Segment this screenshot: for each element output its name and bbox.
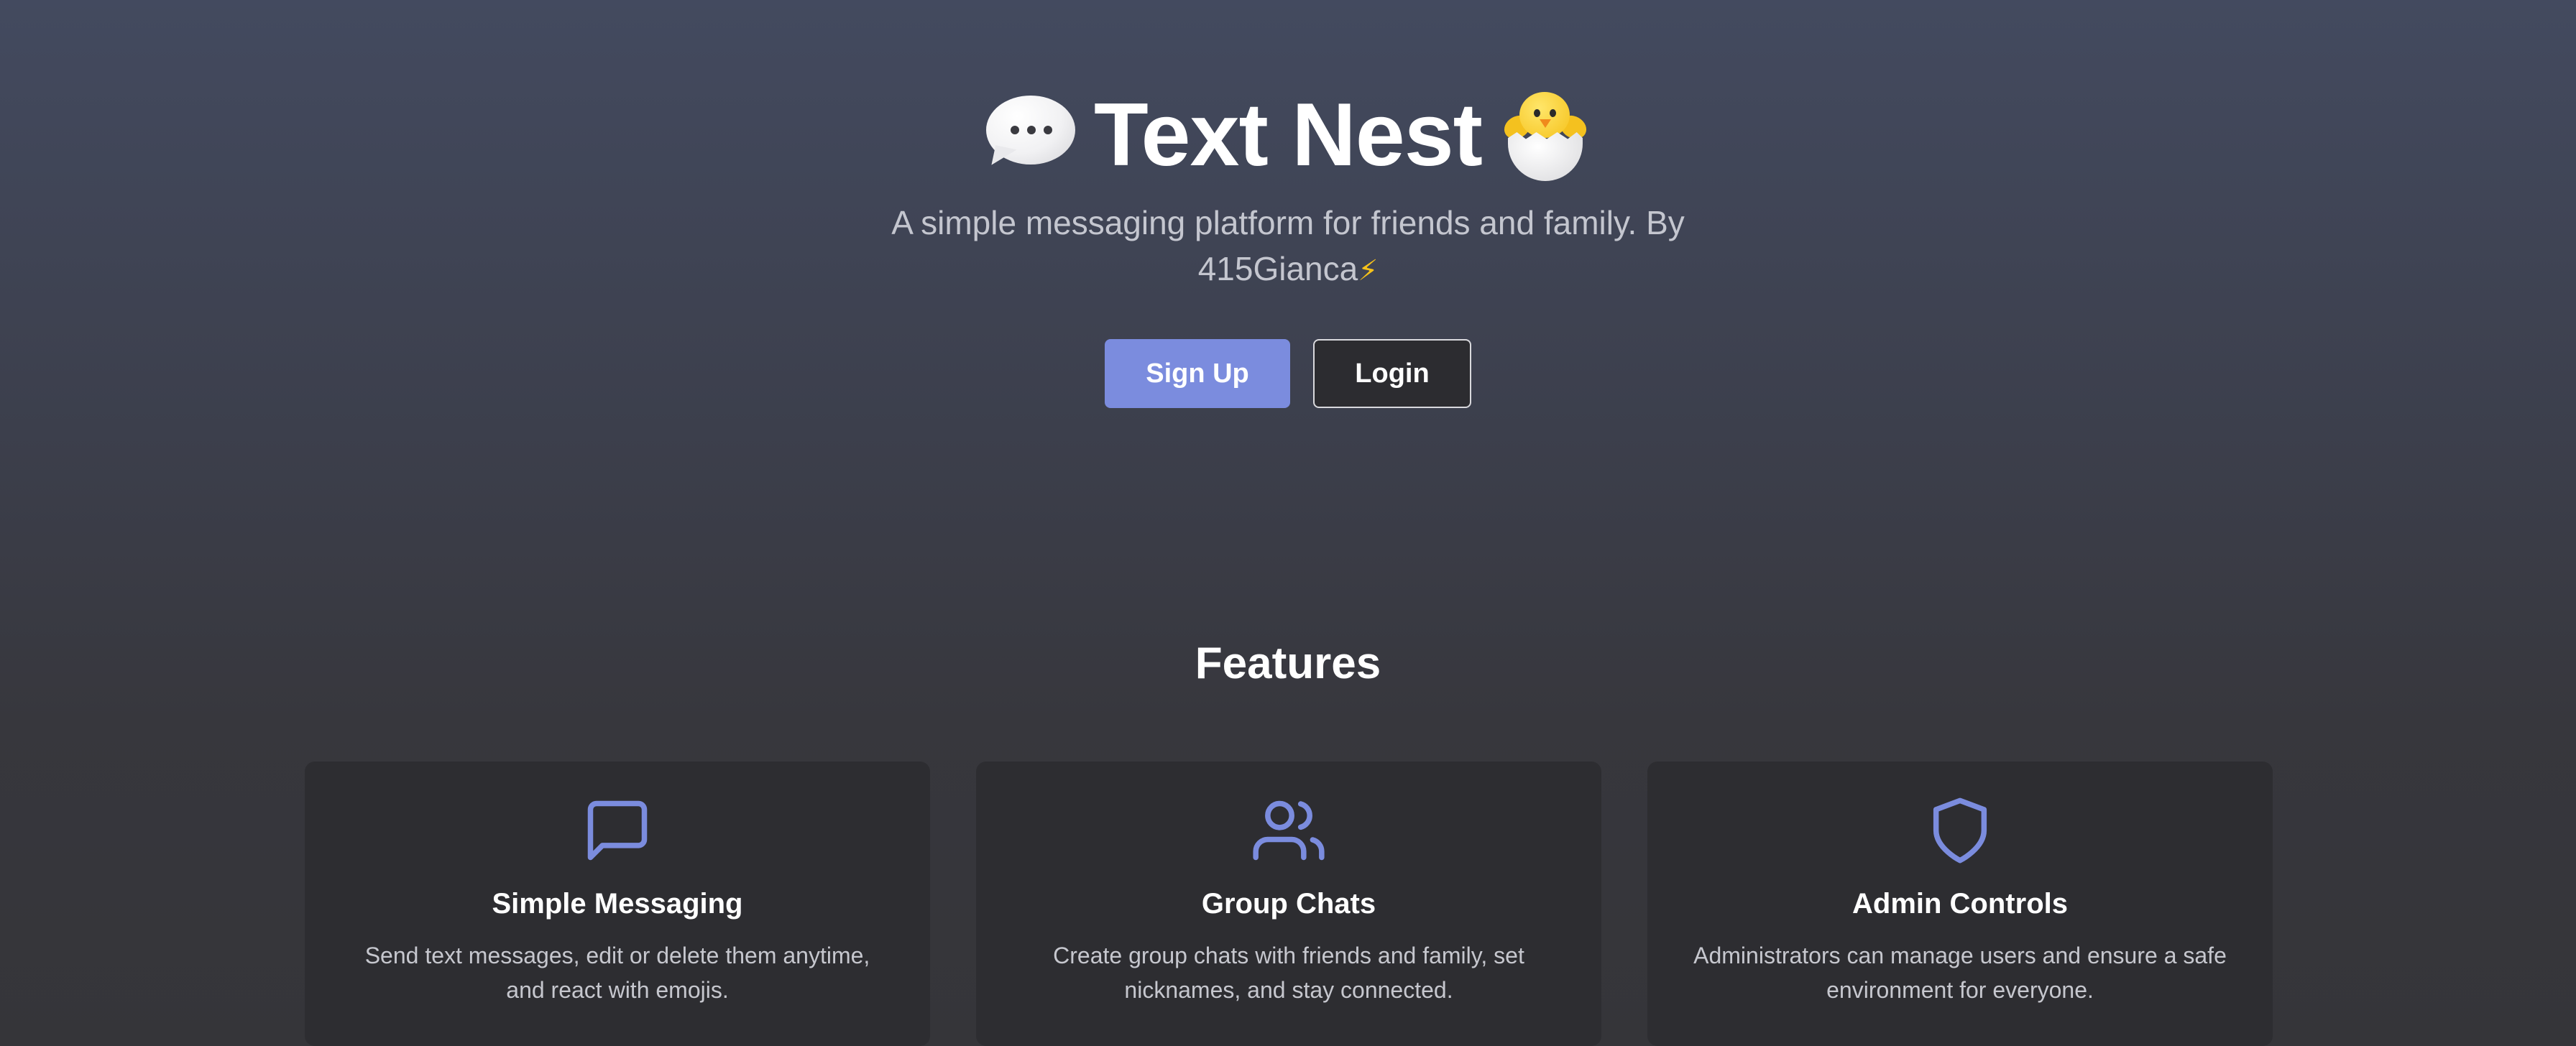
hatching-chick-icon bbox=[1500, 91, 1591, 182]
feature-card-description: Send text messages, edit or delete them … bbox=[364, 943, 870, 1003]
app-subtitle: A simple messaging platform for friends … bbox=[857, 200, 1719, 294]
subtitle-text: A simple messaging platform for friends … bbox=[891, 204, 1685, 287]
features-grid: Simple Messaging Send text messages, edi… bbox=[305, 762, 2273, 1046]
feature-card-description: Administrators can manage users and ensu… bbox=[1693, 943, 2227, 1003]
features-heading: Features bbox=[1195, 639, 1381, 688]
users-icon bbox=[1253, 800, 1325, 861]
feature-card-admin-controls: Admin Controls Administrators can manage… bbox=[1647, 762, 2273, 1046]
app-title: Text Nest bbox=[1094, 85, 1483, 185]
shield-icon bbox=[1933, 797, 1987, 864]
speech-bubble-icon bbox=[986, 96, 1075, 170]
login-button[interactable]: Login bbox=[1313, 339, 1471, 408]
message-square-icon bbox=[587, 800, 648, 861]
page-title: Text Nest bbox=[0, 85, 2576, 185]
feature-card-simple-messaging: Simple Messaging Send text messages, edi… bbox=[305, 762, 930, 1046]
feature-card-title: Group Chats bbox=[1201, 888, 1376, 920]
feature-card-group-chats: Group Chats Create group chats with frie… bbox=[976, 762, 1601, 1046]
hero-actions: Sign Up Login bbox=[0, 339, 2576, 408]
lightning-icon: ⚡ bbox=[1358, 255, 1379, 287]
feature-card-description: Create group chats with friends and fami… bbox=[1053, 943, 1524, 1003]
sign-up-button[interactable]: Sign Up bbox=[1105, 339, 1290, 408]
feature-card-title: Simple Messaging bbox=[492, 888, 743, 920]
feature-card-title: Admin Controls bbox=[1852, 888, 2068, 920]
